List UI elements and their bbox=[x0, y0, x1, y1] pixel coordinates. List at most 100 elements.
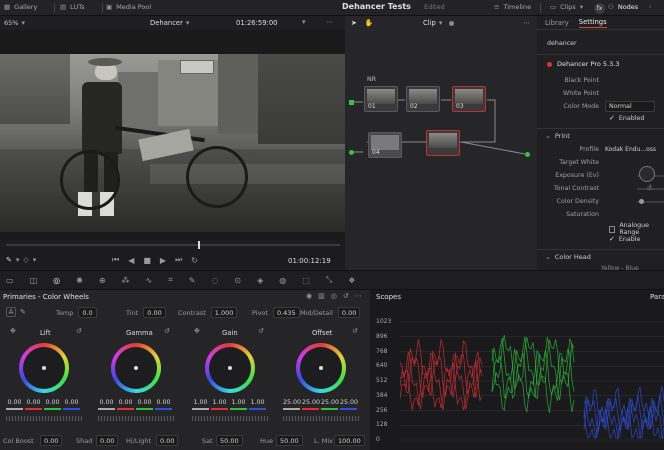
auto-balance-icon[interactable]: A bbox=[6, 307, 16, 317]
curves-icon[interactable]: ∿ bbox=[146, 276, 153, 285]
stop-icon[interactable]: ■ bbox=[143, 256, 151, 265]
node-editor[interactable]: ➤ ✋ Clip ▾ ⋯ NR 01 02 03 04 05 bbox=[345, 16, 537, 270]
saturation-row[interactable]: Saturation bbox=[537, 209, 664, 220]
mid-detail-control[interactable]: Mid/Detail 0.00 bbox=[300, 307, 361, 318]
node-04[interactable]: 04 bbox=[368, 132, 402, 158]
reset-icon[interactable]: ↺ bbox=[164, 327, 170, 335]
play-icon[interactable]: ▶ bbox=[160, 256, 166, 265]
wheels-mode-icon[interactable]: ◉ bbox=[306, 292, 312, 300]
lift-master-wheel[interactable] bbox=[6, 416, 82, 421]
node-03[interactable]: 03 bbox=[452, 86, 486, 112]
reset-icon[interactable]: ↺ bbox=[258, 327, 264, 335]
color-match-icon[interactable]: ◫ bbox=[30, 276, 38, 285]
color-wheels-icon[interactable]: ◎ bbox=[53, 276, 60, 285]
clip-name-select[interactable]: Dehancer ▾ bbox=[150, 19, 189, 27]
color-mode-select[interactable]: Normal bbox=[605, 101, 655, 112]
playhead[interactable] bbox=[198, 241, 200, 249]
camera-raw-icon[interactable]: ▭ bbox=[6, 276, 14, 285]
luts-tab[interactable]: ▤ LUTs bbox=[60, 3, 85, 11]
source-input[interactable] bbox=[349, 100, 354, 105]
sat-value[interactable]: 50.00 bbox=[216, 435, 243, 446]
slider-knob[interactable] bbox=[639, 199, 644, 204]
gamma-wheel[interactable] bbox=[111, 343, 161, 393]
enable-checkbox[interactable]: ✓ Enable bbox=[609, 235, 640, 243]
hilight-value[interactable]: 0.00 bbox=[156, 435, 179, 446]
col-boost-value[interactable]: 0.00 bbox=[40, 435, 63, 446]
gain-wheel[interactable] bbox=[205, 343, 255, 393]
analogue-range-checkbox[interactable]: Analogue Range bbox=[609, 222, 664, 236]
plugin-header[interactable]: Dehancer Pro 5.3.3 bbox=[547, 60, 619, 68]
lift-wheel[interactable] bbox=[19, 343, 69, 393]
skip-to-end-icon[interactable]: ⏭ bbox=[175, 255, 182, 265]
shad-value[interactable]: 0.00 bbox=[96, 435, 119, 446]
reset-icon[interactable]: ↺ bbox=[76, 327, 82, 335]
clips-tab[interactable]: ▭ Clips ▾ bbox=[550, 3, 583, 11]
node-01[interactable]: 01 bbox=[364, 86, 398, 112]
chevron-down-icon[interactable]: ▾ bbox=[302, 18, 306, 26]
print-section-header[interactable]: ⌄ Print bbox=[545, 132, 570, 140]
offset-master-wheel[interactable] bbox=[283, 416, 359, 421]
node-05[interactable]: 05 bbox=[426, 130, 460, 156]
nodes-tab[interactable]: ⚇ Nodes bbox=[608, 3, 638, 11]
tab-settings[interactable]: Settings bbox=[578, 18, 607, 28]
offset-wheel[interactable] bbox=[296, 343, 346, 393]
viewer-scrubber[interactable] bbox=[6, 244, 340, 246]
gain-adjust-icon[interactable]: ✥ bbox=[194, 327, 200, 335]
rgb-mixer-icon[interactable]: ⊕ bbox=[99, 276, 106, 285]
white-point-row[interactable]: White Point bbox=[537, 88, 664, 99]
media-pool-tab[interactable]: ▣ Media Pool bbox=[106, 3, 151, 11]
skip-to-start-icon[interactable]: ⏮ bbox=[112, 255, 119, 265]
scope-mode-select[interactable]: Para bbox=[650, 293, 664, 301]
tab-library[interactable]: Library bbox=[545, 19, 569, 27]
reset-icon[interactable]: ↺ bbox=[352, 327, 358, 335]
more-options-icon[interactable]: ⋯ bbox=[355, 292, 362, 300]
blur-icon[interactable]: ◍ bbox=[279, 276, 286, 285]
tracker-icon[interactable]: ⊙ bbox=[234, 276, 241, 285]
step-back-icon[interactable]: ◀ bbox=[128, 256, 134, 265]
color-mode-row[interactable]: Color Mode Normal bbox=[537, 101, 664, 112]
black-point-row[interactable]: Black Point bbox=[537, 75, 664, 86]
stack-icon[interactable]: ◇ bbox=[23, 256, 28, 264]
checkbox-icon[interactable] bbox=[609, 225, 616, 233]
checkmark-icon[interactable]: ✓ bbox=[609, 114, 615, 122]
checkmark-icon[interactable]: ✓ bbox=[609, 235, 615, 243]
hdr-icon[interactable]: ✺ bbox=[76, 276, 83, 285]
plugin-search[interactable]: dehancer bbox=[547, 40, 577, 47]
magic-mask-icon[interactable]: ◈ bbox=[257, 276, 263, 285]
warper-icon[interactable]: ⌗ bbox=[168, 275, 173, 285]
hue-value[interactable]: 50.00 bbox=[276, 435, 303, 446]
timeline-tab[interactable]: ≡ Timeline bbox=[494, 3, 531, 11]
temp-control[interactable]: Temp 0.0 bbox=[56, 307, 97, 318]
pivot-control[interactable]: Pivot 0.435 bbox=[252, 307, 300, 318]
node-02[interactable]: 02 bbox=[406, 86, 440, 112]
viewer-image[interactable] bbox=[0, 54, 345, 232]
key-icon[interactable]: ⬚ bbox=[302, 276, 310, 285]
tint-control[interactable]: Tint 0.00 bbox=[126, 307, 166, 318]
bars-mode-icon[interactable]: ▥ bbox=[318, 292, 325, 300]
eyedropper-icon[interactable]: ✎ bbox=[6, 256, 12, 264]
contrast-control[interactable]: Contrast 1.000 bbox=[178, 307, 238, 318]
qualifier-icon[interactable]: ✎ bbox=[189, 276, 196, 285]
sizing-icon[interactable]: ⤡ bbox=[326, 275, 332, 285]
loop-icon[interactable]: ↻ bbox=[191, 256, 198, 265]
enabled-checkbox-row[interactable]: ✓ Enabled bbox=[609, 114, 644, 122]
fx-button[interactable]: fx bbox=[594, 3, 605, 14]
window-icon[interactable]: ◌ bbox=[211, 276, 218, 285]
gallery-tab[interactable]: ▦ Gallery bbox=[4, 3, 37, 11]
chevron-down-icon[interactable]: ▾ bbox=[33, 256, 37, 264]
lmix-value[interactable]: 100.00 bbox=[334, 435, 365, 446]
zoom-select[interactable]: 65% ▾ bbox=[4, 19, 25, 27]
plugin-enable-dot[interactable] bbox=[547, 61, 552, 67]
gamma-master-wheel[interactable] bbox=[98, 416, 174, 421]
motion-effects-icon[interactable]: ⁂ bbox=[122, 276, 130, 285]
source-input[interactable] bbox=[349, 150, 354, 155]
lift-adjust-icon[interactable]: ✥ bbox=[10, 327, 16, 335]
log-mode-icon[interactable]: ◎ bbox=[331, 292, 337, 300]
more-options-icon[interactable]: ⋯ bbox=[326, 18, 333, 26]
overflow-icon[interactable]: ◦ bbox=[648, 3, 652, 11]
eyedropper-icon[interactable]: ✎ bbox=[20, 308, 26, 316]
slider-knob[interactable] bbox=[639, 166, 655, 182]
color-head-section-header[interactable]: ⌄ Color Head bbox=[545, 253, 591, 261]
output-node[interactable] bbox=[525, 152, 530, 157]
gain-master-wheel[interactable] bbox=[192, 416, 268, 421]
